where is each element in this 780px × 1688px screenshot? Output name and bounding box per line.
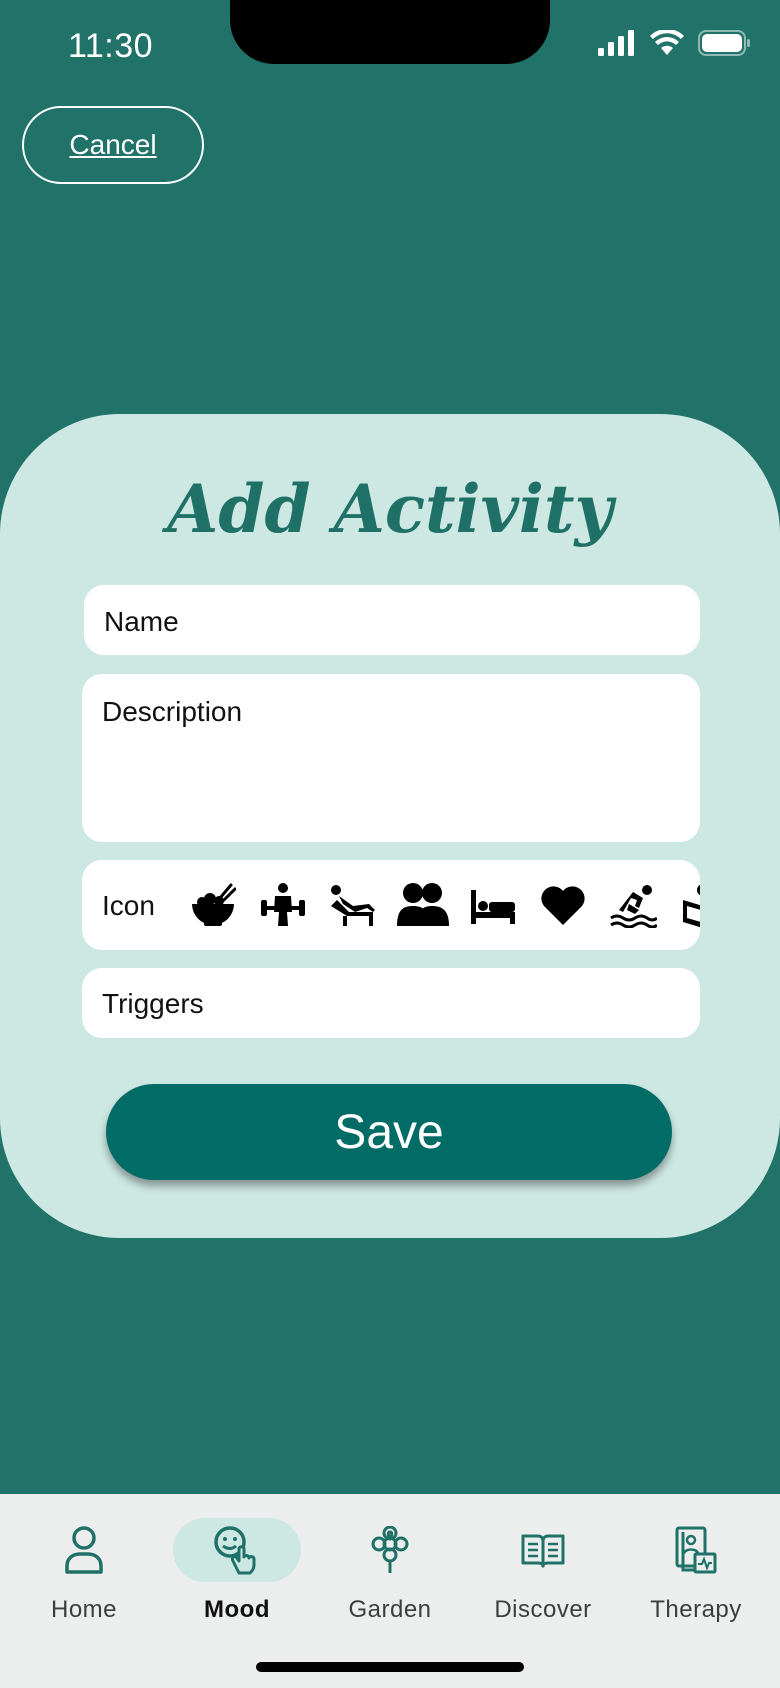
heart-icon[interactable] (528, 860, 598, 950)
tab-mood[interactable]: Mood (159, 1494, 315, 1634)
tab-garden-label: Garden (348, 1596, 432, 1623)
wifi-icon (650, 30, 684, 55)
camera-notch (230, 0, 550, 64)
triggers-field[interactable]: Triggers (82, 968, 700, 1038)
person-icon (65, 1526, 103, 1574)
name-placeholder: Name (104, 606, 179, 637)
tab-discover-label: Discover (494, 1596, 592, 1623)
relaxing-icon[interactable] (318, 860, 388, 950)
food-bowl-icon[interactable] (178, 860, 248, 950)
weightlifting-icon[interactable] (248, 860, 318, 950)
description-placeholder: Description (102, 696, 243, 727)
tab-home-icon-wrap (20, 1518, 148, 1582)
people-icon[interactable] (388, 860, 458, 950)
bed-icon[interactable] (458, 860, 528, 950)
mood-touch-icon (214, 1526, 256, 1575)
icon-picker-label: Icon (102, 890, 155, 921)
home-indicator[interactable] (256, 1662, 524, 1672)
bottom-tab-bar: Home Mood Garden Discover Therapy (0, 1494, 780, 1688)
tab-home[interactable]: Home (6, 1494, 162, 1634)
signal-icon (598, 30, 634, 56)
description-field[interactable]: Description (82, 674, 700, 842)
battery-icon (698, 30, 750, 56)
status-icons (598, 30, 752, 56)
tab-therapy-icon-wrap (632, 1518, 760, 1582)
triggers-placeholder: Triggers (102, 988, 204, 1019)
tab-garden[interactable]: Garden (312, 1494, 468, 1634)
tab-home-label: Home (50, 1596, 118, 1623)
name-field[interactable]: Name (84, 585, 700, 655)
tab-discover-icon-wrap (479, 1518, 607, 1582)
swimming-icon[interactable] (598, 860, 668, 950)
tab-discover[interactable]: Discover (465, 1494, 621, 1634)
tab-therapy-label: Therapy (650, 1596, 742, 1623)
page-title: Add Activity (167, 470, 613, 548)
status-bar: 11:30 (0, 0, 780, 100)
flower-icon (371, 1526, 409, 1573)
tab-therapy[interactable]: Therapy (618, 1494, 774, 1634)
icon-picker[interactable]: Icon (82, 860, 700, 950)
book-icon (521, 1534, 565, 1568)
tab-mood-icon-wrap (173, 1518, 301, 1582)
status-time: 11:30 (68, 27, 154, 65)
therapy-doc-icon (675, 1526, 717, 1574)
reading-icon[interactable] (668, 860, 700, 950)
cancel-button[interactable]: Cancel (22, 106, 204, 184)
tab-mood-label: Mood (204, 1596, 270, 1623)
icon-options-row[interactable] (178, 860, 700, 950)
save-button[interactable]: Save (106, 1084, 672, 1180)
tab-garden-icon-wrap (326, 1518, 454, 1582)
